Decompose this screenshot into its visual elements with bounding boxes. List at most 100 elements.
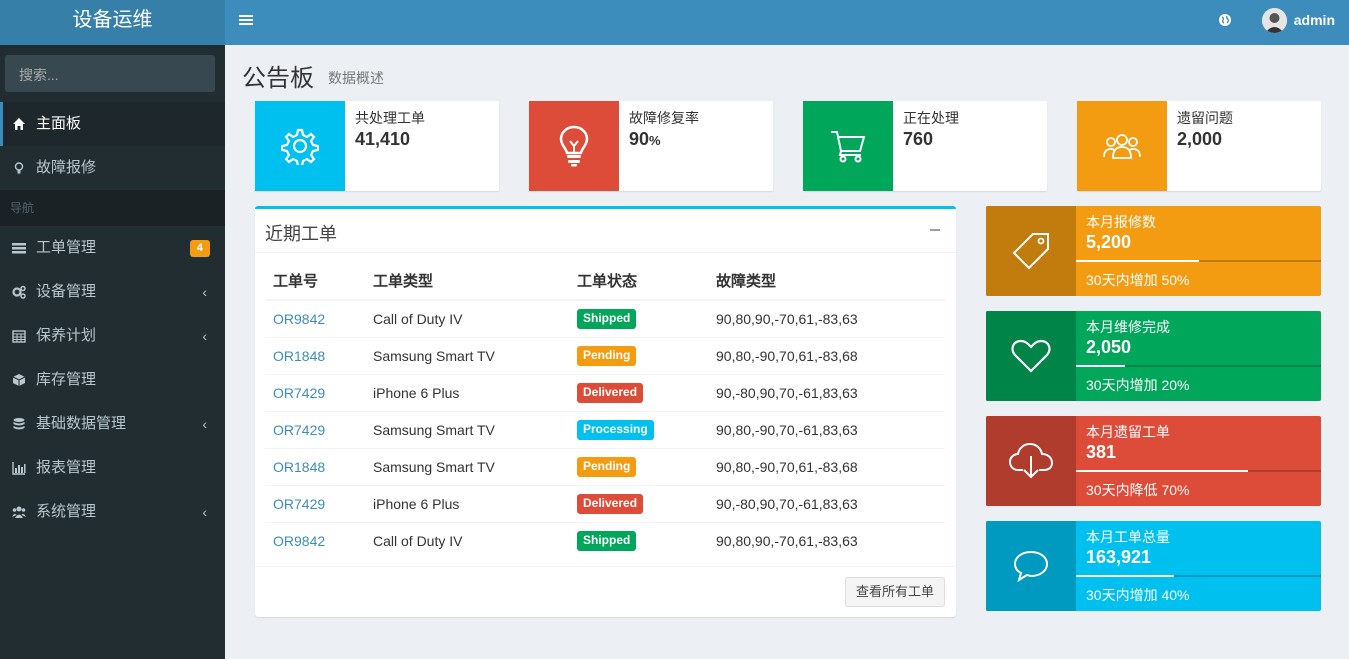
order-id-cell: OR9842 xyxy=(265,521,365,559)
sidebar-item-inventory[interactable]: 库存管理 xyxy=(0,358,225,402)
sidebar-item-maintenance-plan[interactable]: 保养计划 ‹ xyxy=(0,314,225,358)
info-box-value: 2,000 xyxy=(1177,129,1223,149)
info-box-repair-rate: 故障修复率 90% xyxy=(529,101,773,191)
lightbulb-icon xyxy=(14,162,24,174)
database-icon xyxy=(13,418,25,430)
cart-icon xyxy=(803,101,893,191)
column-header: 工单状态 xyxy=(569,262,708,301)
info-box-label: 遗留问题 xyxy=(1177,110,1233,126)
order-status-cell: Shipped xyxy=(569,521,708,559)
order-id-link[interactable]: OR7429 xyxy=(273,422,325,438)
order-id-cell: OR9842 xyxy=(265,299,365,337)
sidebar-item-label: 保养计划 xyxy=(36,327,97,344)
sidebar-item-dashboard[interactable]: 主面板 xyxy=(0,102,225,146)
sidebar-item-label: 设备管理 xyxy=(36,283,97,300)
calendar-icon xyxy=(12,330,26,343)
order-id-link[interactable]: OR9842 xyxy=(273,311,325,327)
stat-value: 163,921 xyxy=(1086,547,1152,567)
sidebar-item-label: 工单管理 xyxy=(36,239,97,256)
order-id-cell: OR1848 xyxy=(265,336,365,374)
user-avatar[interactable] xyxy=(1262,8,1287,33)
info-box-value: 41,410 xyxy=(355,129,411,149)
bar-chart-icon xyxy=(12,462,26,475)
sidebar-item-label: 库存管理 xyxy=(36,371,97,388)
fault-type-cell: 90,-80,90,70,-61,83,63 xyxy=(708,484,945,522)
sidebar-item-system[interactable]: 系统管理 ‹ xyxy=(0,490,225,534)
status-badge: Delivered xyxy=(577,493,644,514)
order-type-cell: Call of Duty IV xyxy=(365,299,569,337)
stat-label: 本月遗留工单 xyxy=(1086,424,1170,440)
order-id-link[interactable]: OR7429 xyxy=(273,496,325,512)
stat-description: 30天内增加 40% xyxy=(1086,587,1190,603)
app-logo[interactable]: 设备运维 xyxy=(0,0,225,45)
view-all-orders-button[interactable]: 查看所有工单 xyxy=(844,577,945,607)
stat-box-monthly-total: 本月工单总量 163,921 30天内增加 40% xyxy=(986,521,1321,611)
info-box-label: 正在处理 xyxy=(903,110,959,126)
column-header: 故障类型 xyxy=(708,262,945,301)
info-box-in-progress: 正在处理 760 xyxy=(803,101,1047,191)
chevron-left-icon: ‹ xyxy=(202,416,207,432)
table-row: OR7429 Samsung Smart TV Processing 90,80,-9… xyxy=(265,410,945,448)
sidebar-search-input[interactable]: 搜索... xyxy=(5,55,215,92)
order-id-link[interactable]: OR1848 xyxy=(273,459,325,475)
user-name[interactable]: admin xyxy=(1294,12,1335,28)
order-type-cell: iPhone 6 Plus xyxy=(365,373,569,411)
status-badge: Pending xyxy=(577,456,637,477)
sidebar-item-label: 故障报修 xyxy=(36,159,97,176)
progress-fill xyxy=(1076,365,1125,367)
cube-icon xyxy=(12,374,26,386)
sidebar-section-header: 导航 xyxy=(0,190,225,226)
order-type-cell: iPhone 6 Plus xyxy=(365,484,569,522)
sidebar-menu: 主面板 故障报修 导航 工单管理 4 设备管理 ‹ 保养计划 ‹ 库存管理 基础… xyxy=(0,102,225,534)
orders-table: 工单号 工单类型 工单状态 故障类型 OR9842 Call of Duty IV… xyxy=(265,262,945,559)
menu-toggle-icon[interactable] xyxy=(239,13,253,27)
chat-icon xyxy=(986,521,1076,611)
order-id-cell: OR7429 xyxy=(265,484,365,522)
info-box-processed: 共处理工单 41,410 xyxy=(255,101,499,191)
order-type-cell: Call of Duty IV xyxy=(365,521,569,559)
stat-label: 本月维修完成 xyxy=(1086,319,1170,335)
minimize-icon[interactable] xyxy=(930,229,940,231)
gear-icon xyxy=(255,101,345,191)
sidebar-item-work-orders[interactable]: 工单管理 4 xyxy=(0,226,225,270)
fault-type-cell: 90,80,-90,70,61,-83,68 xyxy=(708,336,945,374)
sidebar-item-base-data[interactable]: 基础数据管理 ‹ xyxy=(0,402,225,446)
lightbulb-icon xyxy=(529,101,619,191)
progress-bar xyxy=(1076,470,1321,472)
order-id-link[interactable]: OR7429 xyxy=(273,385,325,401)
table-row: OR7429 iPhone 6 Plus Delivered 90,-80,90,70… xyxy=(265,484,945,522)
chevron-left-icon: ‹ xyxy=(202,504,207,520)
status-badge: Delivered xyxy=(577,382,644,403)
status-badge: Shipped xyxy=(577,308,637,329)
order-id-link[interactable]: OR9842 xyxy=(273,533,325,549)
sidebar-item-fault-report[interactable]: 故障报修 xyxy=(0,146,225,190)
stat-box-monthly-legacy: 本月遗留工单 381 30天内降低 70% xyxy=(986,416,1321,506)
stat-description: 30天内降低 70% xyxy=(1086,482,1190,498)
recent-orders-panel: 近期工单 工单号 工单类型 工单状态 故障类型 OR9842 Call of Du… xyxy=(255,206,956,617)
stat-box-monthly-repairs: 本月维修完成 2,050 30天内增加 20% xyxy=(986,311,1321,401)
sidebar-item-equipment[interactable]: 设备管理 ‹ xyxy=(0,270,225,314)
order-status-cell: Processing xyxy=(569,410,708,448)
tag-icon xyxy=(986,206,1076,296)
sidebar-item-reports[interactable]: 报表管理 xyxy=(0,446,225,490)
info-box-value: 90% xyxy=(629,129,661,149)
page-title: 公告板 xyxy=(242,65,314,92)
stat-value: 5,200 xyxy=(1086,232,1132,252)
order-id-link[interactable]: OR1848 xyxy=(273,348,325,364)
heart-icon xyxy=(986,311,1076,401)
fault-type-cell: 90,80,90,-70,61,-83,63 xyxy=(708,299,945,337)
fault-type-cell: 90,-80,90,70,-61,83,63 xyxy=(708,373,945,411)
table-header-row: 工单号 工单类型 工单状态 故障类型 xyxy=(265,262,945,301)
progress-fill xyxy=(1076,260,1199,262)
order-type-cell: Samsung Smart TV xyxy=(365,447,569,485)
table-row: OR7429 iPhone 6 Plus Delivered 90,-80,90,70… xyxy=(265,373,945,411)
fault-type-cell: 90,80,-90,70,61,-83,68 xyxy=(708,447,945,485)
info-box-value: 760 xyxy=(903,129,934,149)
sidebar-item-label: 报表管理 xyxy=(36,459,97,476)
globe-icon[interactable] xyxy=(1218,13,1232,27)
chevron-left-icon: ‹ xyxy=(202,284,207,300)
people-icon xyxy=(1077,101,1167,191)
progress-bar xyxy=(1076,575,1321,577)
progress-bar xyxy=(1076,365,1321,367)
stat-label: 本月工单总量 xyxy=(1086,529,1170,545)
